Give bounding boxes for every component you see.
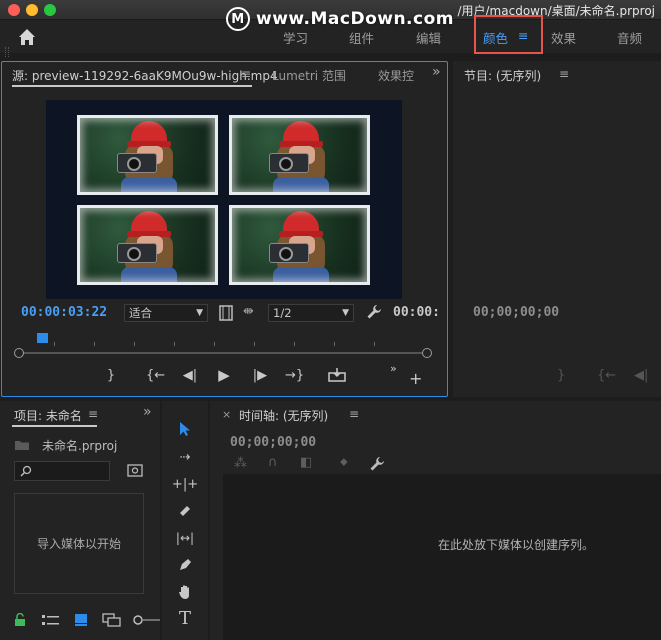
step-forward-icon[interactable]: |▶ [252,368,268,383]
source-timecode[interactable]: 00:00:03:22 [21,305,107,320]
razor-tool-icon[interactable] [174,500,196,522]
timeline-drop-area[interactable] [223,474,661,640]
pen-tool-icon[interactable] [174,554,196,576]
go-to-out-icon[interactable]: →} [285,368,304,383]
video-tile [77,205,218,285]
snap-icon[interactable]: ∩ [268,455,278,470]
ruler-tick [134,342,135,346]
timeline-tab-menu-icon[interactable]: ≡ [349,407,359,421]
ruler-tick [294,342,295,346]
active-tab-underline [12,85,252,87]
search-icon [20,465,32,477]
import-media-hint: 导入媒体以开始 [36,537,121,551]
import-media-dropzone[interactable]: 导入媒体以开始 [14,493,144,594]
freeform-view-icon[interactable] [102,613,122,627]
ruler-tick [54,342,55,346]
video-tile [229,115,370,195]
insert-overwrite-icon[interactable]: ⇼ [243,304,254,319]
ruler-start-cap[interactable] [14,348,24,358]
project-file-name: 未命名.prproj [42,439,118,453]
type-tool-icon[interactable]: T [174,607,196,629]
go-to-in-icon: {← [597,368,617,383]
ruler-track [20,352,422,354]
workspace-tab-effects[interactable]: 效果 [551,28,576,47]
icon-view-icon[interactable] [74,613,88,627]
mark-out-icon: } [557,368,566,383]
source-tab-menu-icon[interactable]: ≡ [241,67,251,81]
zoom-window-button[interactable] [44,4,56,16]
watermark-text: www.MacDown.com [256,9,454,29]
workspace-tab-audio[interactable]: 音频 [617,28,642,47]
ruler-tick [94,342,95,346]
linked-selection-icon[interactable]: ◧ [300,455,312,470]
project-tab-menu-icon[interactable]: ≡ [88,407,98,421]
ruler-tick [214,342,215,346]
nest-icon[interactable]: ⁂ [234,456,247,471]
grip-handle[interactable] [5,47,9,57]
ruler-tick [374,342,375,346]
go-to-in-icon[interactable]: {← [146,368,165,383]
watermark-logo-icon: M [226,7,250,31]
source-tab[interactable]: 源: preview-119292-6aaK9MOu9w-high.mp4 [12,67,278,84]
step-back-icon: ◀| [634,368,649,383]
panel-overflow-icon[interactable]: » [432,64,441,80]
export-frame-icon[interactable] [219,305,233,321]
close-window-button[interactable] [8,4,20,16]
panel-overflow-icon[interactable]: » [143,404,152,420]
source-video-frame[interactable] [46,100,402,299]
lock-icon[interactable] [14,613,26,627]
ruler-tick [174,342,175,346]
resolution-select[interactable]: 1/2 ▼ [268,304,354,322]
zoom-select-value: 适合 [129,306,152,320]
play-icon[interactable]: ▶ [216,366,232,384]
ruler-tick [334,342,335,346]
lumetri-scopes-tab[interactable]: Lumetri 范围 [272,67,346,84]
timeline-tab[interactable]: 时间轴: (无序列) [239,407,328,424]
chevron-down-icon: ▼ [196,308,203,318]
program-tab-menu-icon[interactable]: ≡ [559,67,569,81]
playhead-marker[interactable] [37,333,48,343]
ruler-end-cap[interactable] [422,348,432,358]
program-monitor-panel [453,61,661,397]
timeline-settings-icon[interactable] [369,456,385,472]
insert-icon[interactable] [328,368,346,382]
zoom-select[interactable]: 适合 ▼ [124,304,208,322]
step-back-icon[interactable]: ◀| [182,368,198,383]
timeline-timecode[interactable]: 00;00;00;00 [230,435,316,450]
folder-icon [15,441,29,450]
selection-tool-icon[interactable] [174,418,196,440]
add-marker-icon[interactable]: ⬥ [340,455,348,469]
track-select-tool-icon[interactable]: ⇢ [174,446,196,468]
video-tile [77,115,218,195]
hand-tool-icon[interactable] [174,581,196,603]
timeline-drop-hint: 在此处放下媒体以创建序列。 [438,538,595,552]
source-end-timecode: 00:00: [393,305,440,320]
mark-out-icon[interactable]: } [104,368,118,383]
active-tab-underline [12,425,97,427]
zoom-slider[interactable] [133,614,160,626]
overflow-controls-icon[interactable]: » [390,362,397,375]
resolution-select-value: 1/2 [273,306,292,320]
project-tab[interactable]: 项目: 未命名 [14,407,82,424]
program-tab[interactable]: 节目: (无序列) [464,67,541,84]
ripple-edit-tool-icon[interactable]: +|+ [172,473,198,495]
watermark: M www.MacDown.com [226,5,454,33]
find-icon[interactable] [127,464,143,478]
project-search-input[interactable] [14,461,110,481]
slip-tool-icon[interactable]: |↔| [174,527,196,549]
highlight-box [474,15,543,54]
effect-controls-tab[interactable]: 效果控 [378,67,428,84]
video-tile [229,205,370,285]
close-icon[interactable]: × [222,408,231,421]
add-button-icon[interactable]: + [409,369,422,388]
chevron-down-icon: ▼ [342,308,349,318]
minimize-window-button[interactable] [26,4,38,16]
program-timecode[interactable]: 00;00;00;00 [473,305,559,320]
wrench-icon[interactable] [366,304,382,320]
list-view-icon[interactable] [42,614,60,626]
ruler-tick [254,342,255,346]
home-icon[interactable] [16,26,38,48]
source-time-ruler[interactable] [14,340,432,360]
